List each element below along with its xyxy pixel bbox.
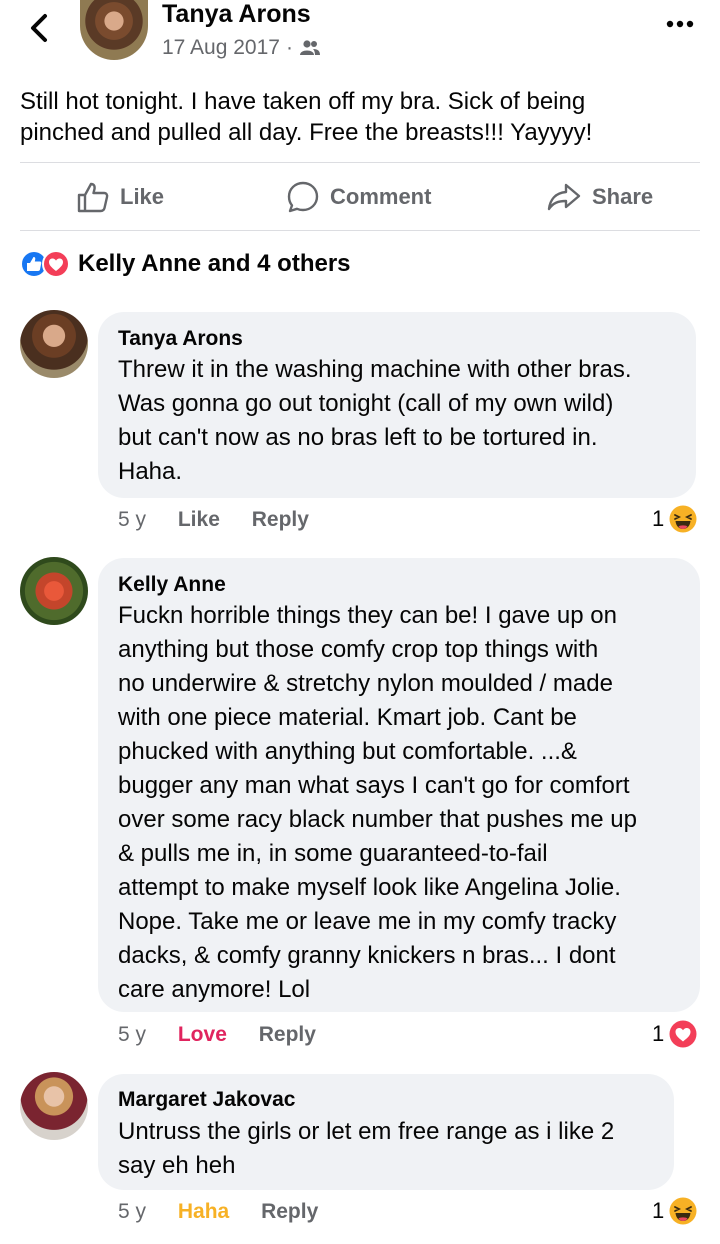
divider (20, 230, 700, 231)
post-text: Still hot tonight. I have taken off my b… (20, 88, 593, 146)
more-options-icon[interactable] (664, 12, 696, 36)
comment-reaction-count[interactable]: 1 (652, 1019, 698, 1049)
like-button[interactable]: Like (76, 172, 164, 222)
reaction-count: 1 (652, 1198, 665, 1223)
reaction-count: 1 (652, 506, 665, 531)
comment-footer: 5 y Love Reply (118, 1023, 316, 1047)
like-thumb-icon (77, 182, 109, 213)
reactions-summary[interactable]: Kelly Anne and 4 others (20, 250, 351, 278)
comment-reply-link[interactable]: Reply (252, 508, 309, 531)
comment-love-link[interactable]: Love (178, 1023, 227, 1046)
meta-separator: · (285, 36, 293, 59)
comment-bubble-icon (287, 181, 319, 213)
comment-time: 5 y (118, 508, 147, 531)
comment-author[interactable]: Tanya Arons (118, 327, 243, 351)
share-arrow-icon (547, 183, 581, 211)
commenter-avatar[interactable] (20, 1072, 88, 1140)
reactions-label: Kelly Anne and 4 others (78, 250, 351, 277)
back-arrow-icon[interactable] (22, 10, 58, 46)
reaction-count: 1 (652, 1021, 665, 1046)
comment-reply-link[interactable]: Reply (259, 1023, 316, 1046)
comment-author[interactable]: Kelly Anne (118, 573, 226, 597)
comment-text: Fuckn horrible things they can be! I gav… (118, 602, 637, 1003)
comment-footer: 5 y Like Reply (118, 508, 309, 532)
friends-audience-icon (299, 40, 320, 55)
comment-bubble: Tanya Arons Threw it in the washing mach… (98, 312, 696, 498)
share-button[interactable]: Share (546, 172, 653, 222)
comment-time: 5 y (118, 1023, 147, 1046)
commenter-avatar[interactable] (20, 557, 88, 625)
post-date[interactable]: 17 Aug 2017 (162, 36, 280, 60)
comment-bubble: Kelly Anne Fuckn horrible things they ca… (98, 558, 700, 1012)
love-reaction-icon (42, 250, 70, 278)
divider (20, 162, 700, 163)
comment-bubble: Margaret Jakovac Untruss the girls or le… (98, 1074, 674, 1190)
love-reaction-icon (669, 1020, 697, 1048)
author-avatar[interactable] (80, 0, 148, 60)
haha-emoji-icon (669, 1197, 697, 1225)
comment-author[interactable]: Margaret Jakovac (118, 1088, 295, 1112)
comment-reaction-count[interactable]: 1 (652, 1196, 698, 1226)
post-meta: 17 Aug 2017 · (162, 36, 321, 60)
comment-time: 5 y (118, 1200, 147, 1223)
haha-emoji-icon (669, 505, 697, 533)
comment-text: Untruss the girls or let em free range a… (118, 1118, 615, 1179)
comment-text: Threw it in the washing machine with oth… (118, 356, 632, 485)
post-author-name[interactable]: Tanya Arons (162, 0, 311, 29)
comment-like-link[interactable]: Like (178, 508, 220, 531)
comment-footer: 5 y Haha Reply (118, 1200, 318, 1224)
comment-button[interactable]: Comment (286, 172, 431, 222)
comment-button-label: Comment (330, 184, 432, 209)
share-button-label: Share (592, 184, 654, 209)
comment-reply-link[interactable]: Reply (261, 1200, 318, 1223)
like-button-label: Like (120, 184, 165, 209)
commenter-avatar[interactable] (20, 310, 88, 378)
comment-haha-link[interactable]: Haha (178, 1200, 229, 1223)
comment-reaction-count[interactable]: 1 (652, 504, 698, 534)
